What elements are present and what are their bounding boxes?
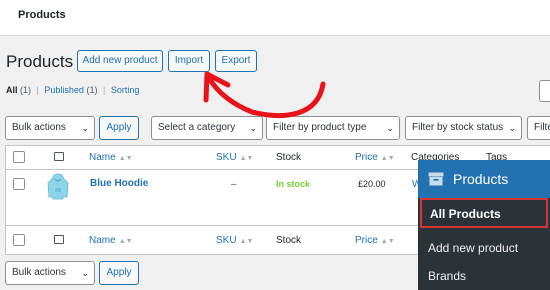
menu-item-add-new-product[interactable]: Add new product xyxy=(428,241,518,255)
chevron-down-icon: ⌄ xyxy=(249,123,257,133)
select-all-checkbox[interactable] xyxy=(13,151,25,163)
chevron-down-icon: ⌄ xyxy=(81,268,89,278)
menu-item-brands[interactable]: Brands xyxy=(428,269,466,283)
additional-filter-select[interactable]: Filte xyxy=(527,116,550,140)
flyout-header[interactable]: Products xyxy=(418,160,550,198)
chevron-down-icon: ⌄ xyxy=(508,123,516,133)
bulk-actions-label: Bulk actions xyxy=(12,122,66,133)
product-name-link[interactable]: Blue Hoodie xyxy=(90,178,148,189)
sort-icon: ▲▼ xyxy=(380,238,395,245)
view-all-count: (1) xyxy=(20,85,32,95)
product-type-select[interactable]: Filter by product type ⌄ xyxy=(266,116,400,140)
column-name[interactable]: Name ▲▼ xyxy=(89,152,133,163)
product-thumbnail[interactable] xyxy=(45,173,71,201)
view-sorting[interactable]: Sorting xyxy=(111,85,140,95)
view-published[interactable]: Published xyxy=(44,85,84,95)
row-checkbox[interactable] xyxy=(13,178,25,190)
column-name-bottom[interactable]: Name ▲▼ xyxy=(89,235,133,246)
product-sku: – xyxy=(231,179,237,190)
add-new-product-button[interactable]: Add new product xyxy=(77,50,163,72)
category-select[interactable]: Select a category ⌄ xyxy=(151,116,263,140)
products-flyout-menu: Products All Products Add new product Br… xyxy=(418,160,550,290)
topbar-title: Products xyxy=(18,9,66,21)
chevron-down-icon: ⌄ xyxy=(81,123,89,133)
column-sku-label: SKU xyxy=(216,235,237,246)
view-separator: | xyxy=(36,85,39,95)
column-price-bottom[interactable]: Price ▲▼ xyxy=(355,235,395,246)
column-sku-bottom[interactable]: SKU ▲▼ xyxy=(216,235,253,246)
top-bar: Products xyxy=(0,0,550,36)
column-price-label: Price xyxy=(355,152,378,163)
column-stock-bottom: Stock xyxy=(276,235,302,246)
sort-icon: ▲▼ xyxy=(118,155,133,162)
sort-icon: ▲▼ xyxy=(118,238,133,245)
view-published-count: (1) xyxy=(86,85,98,95)
column-name-label: Name xyxy=(89,235,116,246)
view-separator: | xyxy=(102,85,106,95)
select-all-checkbox-bottom[interactable] xyxy=(13,234,25,246)
bulk-actions-label: Bulk actions xyxy=(12,267,66,278)
search-input[interactable] xyxy=(539,80,550,102)
bulk-actions-select-bottom[interactable]: Bulk actions ⌄ xyxy=(5,261,95,285)
stock-status-select[interactable]: Filter by stock status ⌄ xyxy=(405,116,522,140)
export-button[interactable]: Export xyxy=(215,50,257,72)
image-icon xyxy=(54,235,64,244)
sort-icon: ▲▼ xyxy=(380,155,395,162)
stock-status-select-label: Filter by stock status xyxy=(412,122,504,133)
flyout-header-label: Products xyxy=(453,171,509,187)
stock-status: In stock xyxy=(276,179,311,189)
bulk-actions-select-top[interactable]: Bulk actions ⌄ xyxy=(5,116,95,140)
image-icon xyxy=(54,152,64,161)
sort-icon: ▲▼ xyxy=(239,238,254,245)
product-type-select-label: Filter by product type xyxy=(273,122,367,133)
apply-button-bottom[interactable]: Apply xyxy=(99,261,139,285)
menu-item-all-products[interactable]: All Products xyxy=(420,198,548,228)
apply-button-top[interactable]: Apply xyxy=(99,116,139,140)
column-name-label: Name xyxy=(89,152,116,163)
menu-item-all-products-label: All Products xyxy=(430,207,501,221)
chevron-down-icon: ⌄ xyxy=(386,123,394,133)
column-price[interactable]: Price ▲▼ xyxy=(355,152,395,163)
column-sku-label: SKU xyxy=(216,152,237,163)
sort-icon: ▲▼ xyxy=(239,155,254,162)
additional-filter-label: Filte xyxy=(534,122,550,133)
product-price: £20.00 xyxy=(358,179,386,189)
column-stock: Stock xyxy=(276,152,302,163)
category-select-label: Select a category xyxy=(158,122,236,133)
column-price-label: Price xyxy=(355,235,378,246)
archive-box-icon xyxy=(428,172,444,186)
view-all[interactable]: All xyxy=(6,85,18,95)
import-button[interactable]: Import xyxy=(168,50,210,72)
view-filters: All (1) | Published (1) | Sorting xyxy=(6,85,139,95)
column-sku[interactable]: SKU ▲▼ xyxy=(216,152,253,163)
page-title: Products xyxy=(6,52,74,71)
